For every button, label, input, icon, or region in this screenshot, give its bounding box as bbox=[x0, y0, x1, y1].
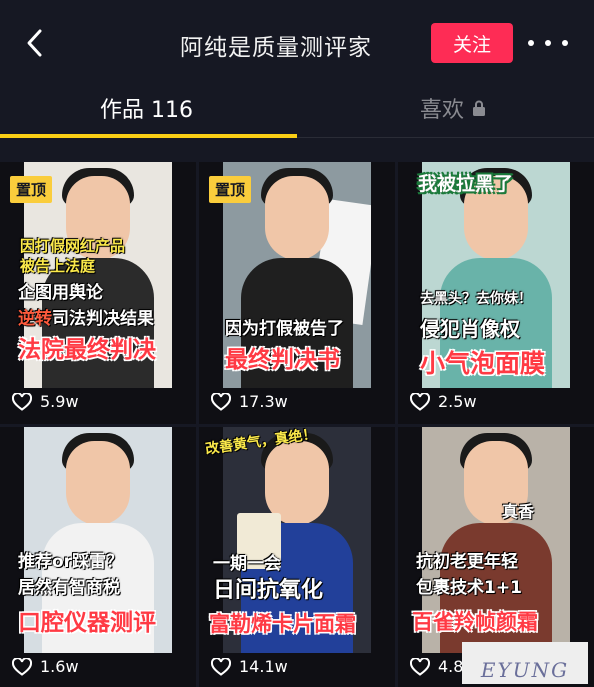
caption-title: 法院最终判决 bbox=[18, 337, 156, 363]
like-count: 14.1w bbox=[211, 657, 288, 676]
video-card[interactable]: 我被拉黑了 去黑头？去你妹！ 侵犯肖像权 小气泡面膜 2.5w bbox=[398, 162, 594, 424]
caption-top: 真香 bbox=[502, 502, 535, 521]
video-card[interactable]: 改善黄气，真绝！ 一期一会 日间抗氧化 富勒烯卡片面霜 14.1w bbox=[199, 427, 395, 687]
profile-title: 阿纯是质量测评家 bbox=[180, 35, 372, 61]
heart-outline-icon bbox=[211, 657, 231, 676]
caption-line: 因打假网红产品 bbox=[20, 237, 126, 255]
follow-button[interactable]: 关注 bbox=[431, 23, 513, 63]
lock-icon bbox=[473, 100, 486, 116]
caption-title: 富勒烯卡片面霜 bbox=[209, 612, 356, 636]
like-count-value: 2.5w bbox=[438, 392, 477, 411]
heart-outline-icon bbox=[12, 392, 32, 411]
video-card[interactable]: 置顶 因打假网红产品 被告上法庭 企图用舆论 逆转司法判决结果 法院最终判决 5… bbox=[0, 162, 196, 424]
video-card[interactable]: 推荐or踩雷？ 居然有智商税 口腔仪器测评 1.6w bbox=[0, 427, 196, 687]
caption-text: 司法判决结果 bbox=[52, 309, 154, 329]
caption-title: 小气泡面膜 bbox=[420, 349, 546, 378]
profile-tabs: 作品 116 喜欢 bbox=[0, 86, 594, 138]
like-count-value: 1.6w bbox=[40, 657, 79, 676]
caption-highlight: 逆转 bbox=[18, 309, 52, 329]
caption-line: 去黑头？去你妹！ bbox=[420, 291, 532, 307]
caption-line: 被告上法庭 bbox=[20, 257, 96, 275]
more-dot bbox=[562, 40, 568, 46]
heart-outline-icon bbox=[410, 657, 430, 676]
pinned-badge: 置顶 bbox=[209, 176, 252, 203]
pinned-badge: 置顶 bbox=[10, 176, 53, 203]
caption-line: 逆转司法判决结果 bbox=[18, 310, 154, 329]
tab-likes-label: 喜欢 bbox=[420, 98, 465, 123]
caption-line: 包裹技术1+1 bbox=[416, 578, 522, 598]
more-dot bbox=[545, 40, 551, 46]
video-card[interactable]: 置顶 因为打假被告了 最终判决书 17.3w bbox=[199, 162, 395, 424]
caption-top: 我被拉黑了 bbox=[418, 173, 514, 195]
active-tab-indicator bbox=[0, 134, 297, 138]
caption-title: 口腔仪器测评 bbox=[18, 610, 156, 636]
back-button[interactable] bbox=[18, 26, 52, 60]
more-dots-icon bbox=[528, 40, 534, 46]
caption-title: 百雀羚帧颜霜 bbox=[412, 610, 538, 634]
like-count: 5.9w bbox=[12, 392, 79, 411]
caption-line: 企图用舆论 bbox=[18, 283, 103, 303]
heart-outline-icon bbox=[410, 392, 430, 411]
like-count: 17.3w bbox=[211, 392, 288, 411]
caption-title: 最终判决书 bbox=[225, 347, 340, 373]
like-count: 2.5w bbox=[410, 392, 477, 411]
heart-outline-icon bbox=[12, 657, 32, 676]
caption-line: 推荐or踩雷？ bbox=[18, 552, 124, 572]
chevron-left-icon bbox=[27, 29, 42, 57]
caption-line: 一期一会 bbox=[213, 554, 281, 574]
caption-line: 侵犯肖像权 bbox=[420, 317, 520, 341]
like-count-value: 14.1w bbox=[239, 657, 288, 676]
tab-works[interactable]: 作品 116 bbox=[100, 92, 193, 124]
heart-outline-icon bbox=[211, 392, 231, 411]
caption-line: 因为打假被告了 bbox=[225, 319, 344, 339]
caption-line: 居然有智商税 bbox=[18, 578, 120, 598]
caption-line: 抗初老更年轻 bbox=[416, 552, 518, 572]
caption-line: 日间抗氧化 bbox=[213, 578, 324, 603]
like-count: 1.6w bbox=[12, 657, 79, 676]
tab-likes[interactable]: 喜欢 bbox=[420, 92, 486, 124]
watermark-logo: EYUNG bbox=[462, 642, 588, 684]
more-button[interactable] bbox=[528, 30, 568, 56]
profile-header: 阿纯是质量测评家 关注 bbox=[0, 0, 594, 86]
like-count-value: 5.9w bbox=[40, 392, 79, 411]
like-count-value: 17.3w bbox=[239, 392, 288, 411]
